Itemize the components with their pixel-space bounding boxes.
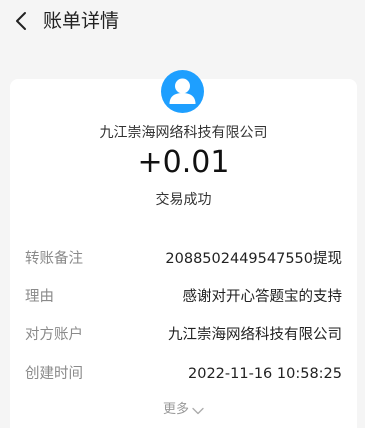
user-avatar-icon	[161, 70, 204, 113]
detail-label: 理由	[25, 289, 54, 305]
more-label: 更多	[162, 402, 189, 417]
detail-value: 2022-11-16 10:58:25	[188, 366, 342, 382]
detail-row-reason: 理由 感谢对开心答题宝的支持	[25, 286, 342, 308]
detail-label: 转账备注	[25, 251, 83, 267]
transaction-card: 九江崇海网络科技有限公司 +0.01 交易成功 转账备注 20885024495…	[10, 70, 357, 428]
detail-row-created-time: 创建时间 2022-11-16 10:58:25	[25, 363, 342, 385]
detail-value: 2088502449547550提现	[165, 251, 342, 267]
chevron-down-icon	[192, 407, 204, 415]
page-title: 账单详情	[43, 10, 120, 32]
more-button[interactable]: 更多	[10, 400, 357, 420]
top-bar: 账单详情	[0, 0, 365, 44]
detail-label: 创建时间	[25, 366, 83, 382]
transaction-status: 交易成功	[155, 192, 212, 208]
chevron-left-icon	[16, 12, 26, 30]
merchant-name: 九江崇海网络科技有限公司	[99, 125, 268, 141]
detail-label: 对方账户	[25, 327, 83, 343]
detail-row-note: 转账备注 2088502449547550提现	[25, 248, 342, 270]
transaction-amount: +0.01	[137, 145, 230, 180]
detail-row-counterparty: 对方账户 九江崇海网络科技有限公司	[25, 324, 342, 346]
bill-detail-page: 账单详情 九江崇海网络科技有限公司 +0.01 交易成功 转账备注 208850…	[0, 0, 365, 428]
detail-value: 感谢对开心答题宝的支持	[182, 289, 343, 305]
detail-value: 九江崇海网络科技有限公司	[168, 327, 342, 343]
back-button[interactable]	[6, 6, 36, 36]
